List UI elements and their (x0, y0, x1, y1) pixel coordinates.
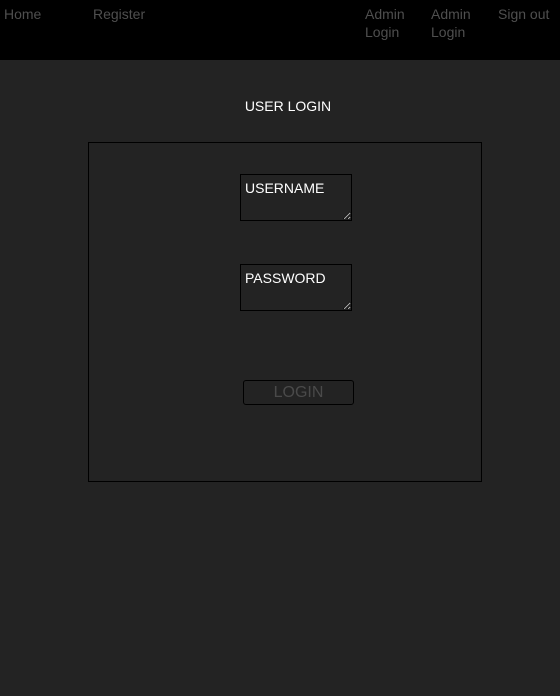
nav-admin-login-link-2[interactable]: Admin Login (431, 5, 481, 41)
top-navigation-bar: Home Register Admin Login Admin Login Si… (0, 0, 560, 60)
password-input[interactable] (240, 264, 352, 311)
nav-sign-out-link[interactable]: Sign out (498, 5, 549, 23)
login-form: LOGIN (88, 142, 482, 482)
nav-register-link[interactable]: Register (93, 5, 145, 23)
nav-admin-login-link[interactable]: Admin Login (365, 5, 415, 41)
nav-home-link[interactable]: Home (4, 5, 41, 23)
login-button[interactable]: LOGIN (243, 380, 354, 405)
username-input[interactable] (240, 174, 352, 221)
page-title: USER LOGIN (244, 98, 332, 114)
